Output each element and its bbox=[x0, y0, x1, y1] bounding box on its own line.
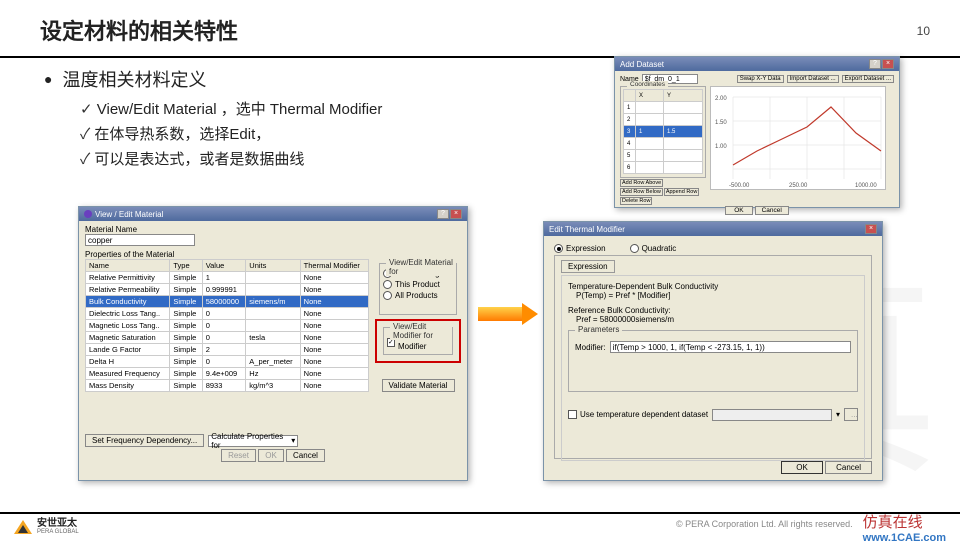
append-row-button[interactable]: Append Row bbox=[664, 188, 700, 196]
add-row-above-button[interactable]: Add Row Above bbox=[620, 179, 663, 187]
table-row-selected: Bulk ConductivitySimple58000000siemens/m… bbox=[86, 296, 369, 308]
svg-text:2.00: 2.00 bbox=[715, 96, 727, 102]
ok-button[interactable]: OK bbox=[725, 206, 752, 215]
app-icon bbox=[84, 210, 92, 218]
radio-quadratic[interactable]: Quadratic bbox=[630, 244, 677, 253]
dataset-chart: 2.00 1.50 1.00 -500.00 250.00 1000.00 bbox=[710, 86, 886, 190]
highlight-box: View/Edit Modifier for Thermal Modifier bbox=[375, 319, 461, 363]
titlebar[interactable]: Edit Thermal Modifier × bbox=[544, 222, 882, 236]
radio-all-products[interactable]: All Products bbox=[383, 291, 453, 300]
dataset-config-button: ... bbox=[844, 408, 858, 421]
add-row-below-button[interactable]: Add Row Below bbox=[620, 188, 663, 196]
close-icon[interactable]: × bbox=[882, 59, 894, 69]
table-row: Measured FrequencySimple9.4e+009HzNone bbox=[86, 368, 369, 380]
logo: 安世亚太 PERA GLOBAL bbox=[14, 519, 79, 535]
copyright: © PERA Corporation Ltd. All rights reser… bbox=[676, 519, 853, 529]
calculate-properties-dropdown[interactable]: Calculate Properties for▾ bbox=[208, 435, 298, 447]
table-row: Delta HSimple0A_per_meterNone bbox=[86, 356, 369, 368]
label-temp-dep: Temperature-Dependent Bulk Conductivity bbox=[568, 282, 858, 291]
ok-button[interactable]: OK bbox=[781, 461, 823, 474]
radio-this-product[interactable]: This Product bbox=[383, 280, 453, 289]
table-row: 1 bbox=[624, 102, 703, 114]
chevron-down-icon: ▾ bbox=[291, 436, 295, 445]
close-icon[interactable]: × bbox=[450, 209, 462, 219]
svg-text:-500.00: -500.00 bbox=[729, 183, 750, 189]
swap-xy-button[interactable]: Swap X-Y Data bbox=[737, 75, 784, 83]
page-number: 10 bbox=[917, 24, 930, 38]
logo-text-en: PERA GLOBAL bbox=[37, 529, 79, 535]
properties-table[interactable]: NameTypeValueUnitsThermal Modifier Relat… bbox=[85, 259, 369, 392]
help-icon[interactable]: ? bbox=[869, 59, 881, 69]
label-material-name: Material Name bbox=[85, 225, 461, 234]
delete-row-button[interactable]: Delete Row bbox=[620, 197, 652, 205]
table-row: Dielectric Loss Tang..Simple0None bbox=[86, 308, 369, 320]
page-title: 设定材料的相关特性 bbox=[40, 14, 920, 46]
table-row: 2 bbox=[624, 114, 703, 126]
dialog-edit-thermal-modifier: Edit Thermal Modifier × Expression Quadr… bbox=[543, 221, 883, 481]
table-row: Magnetic Loss Tang..Simple0None bbox=[86, 320, 369, 332]
table-row-selected: 311.5 bbox=[624, 126, 703, 138]
titlebar[interactable]: Add Dataset ?× bbox=[615, 57, 899, 71]
svg-text:1.00: 1.00 bbox=[715, 144, 727, 150]
radio-expression[interactable]: Expression bbox=[554, 244, 606, 253]
logo-text-cn: 安世亚太 bbox=[37, 519, 79, 529]
logo-icon bbox=[14, 520, 32, 534]
dataset-dropdown bbox=[712, 409, 832, 421]
watermark-url: www.1CAE.com bbox=[863, 532, 946, 544]
table-row: 5 bbox=[624, 150, 703, 162]
label-ref-conductivity: Reference Bulk Conductivity: bbox=[568, 306, 858, 315]
material-name-input[interactable]: copper bbox=[85, 234, 195, 246]
arrow-icon bbox=[478, 303, 538, 325]
dialog-add-dataset: Add Dataset ?× Name $f_dm_0_1 Swap X-Y D… bbox=[614, 56, 900, 208]
reset-button: Reset bbox=[221, 449, 256, 462]
validate-material-button[interactable]: Validate Material bbox=[382, 379, 455, 392]
export-dataset-button[interactable]: Export Dataset ... bbox=[842, 75, 894, 83]
set-frequency-button[interactable]: Set Frequency Dependency... bbox=[85, 434, 204, 447]
coordinates-table[interactable]: XY 1 2 311.5 4 5 6 bbox=[623, 89, 703, 174]
footer: 安世亚太 PERA GLOBAL © PERA Corporation Ltd.… bbox=[0, 512, 960, 540]
label-formula: P(Temp) = Pref * [Modifier] bbox=[576, 291, 858, 300]
cancel-button[interactable]: Cancel bbox=[755, 206, 789, 215]
dialog-view-edit-material: View / Edit Material ?× Material Name co… bbox=[78, 206, 468, 481]
cancel-button[interactable]: Cancel bbox=[825, 461, 872, 474]
import-dataset-button[interactable]: Import Dataset ... bbox=[787, 75, 839, 83]
group-view-edit-for: View/Edit Material for Active Design Thi… bbox=[379, 263, 457, 315]
ok-button: OK bbox=[258, 449, 284, 462]
modifier-input[interactable]: if(Temp > 1000, 1, if(Temp < -273.15, 1,… bbox=[610, 341, 851, 353]
checkbox-use-dataset[interactable]: Use temperature dependent dataset bbox=[568, 410, 708, 419]
table-row: Relative PermeabilitySimple0.999991None bbox=[86, 284, 369, 296]
table-row: 6 bbox=[624, 162, 703, 174]
help-icon[interactable]: ? bbox=[437, 209, 449, 219]
group-modifier-for: View/Edit Modifier for Thermal Modifier bbox=[383, 327, 453, 355]
watermark-text: 仿真在线 bbox=[863, 515, 923, 531]
table-row: Lande G FactorSimple2None bbox=[86, 344, 369, 356]
label-pref-value: Pref = 58000000siemens/m bbox=[576, 315, 858, 324]
table-row: Relative PermittivitySimple1None bbox=[86, 272, 369, 284]
close-icon[interactable]: × bbox=[865, 224, 877, 234]
chevron-down-icon: ▾ bbox=[836, 410, 840, 419]
svg-text:1000.00: 1000.00 bbox=[855, 183, 877, 189]
expression-tab[interactable]: Expression bbox=[561, 260, 615, 273]
table-row: Mass DensitySimple8933kg/m^3None bbox=[86, 380, 369, 392]
label-modifier: Modifier: bbox=[575, 343, 606, 352]
svg-text:1.50: 1.50 bbox=[715, 120, 727, 126]
table-row: Magnetic SaturationSimple0teslaNone bbox=[86, 332, 369, 344]
table-row: 4 bbox=[624, 138, 703, 150]
svg-text:250.00: 250.00 bbox=[789, 183, 808, 189]
titlebar[interactable]: View / Edit Material ?× bbox=[79, 207, 467, 221]
cancel-button[interactable]: Cancel bbox=[286, 449, 325, 462]
